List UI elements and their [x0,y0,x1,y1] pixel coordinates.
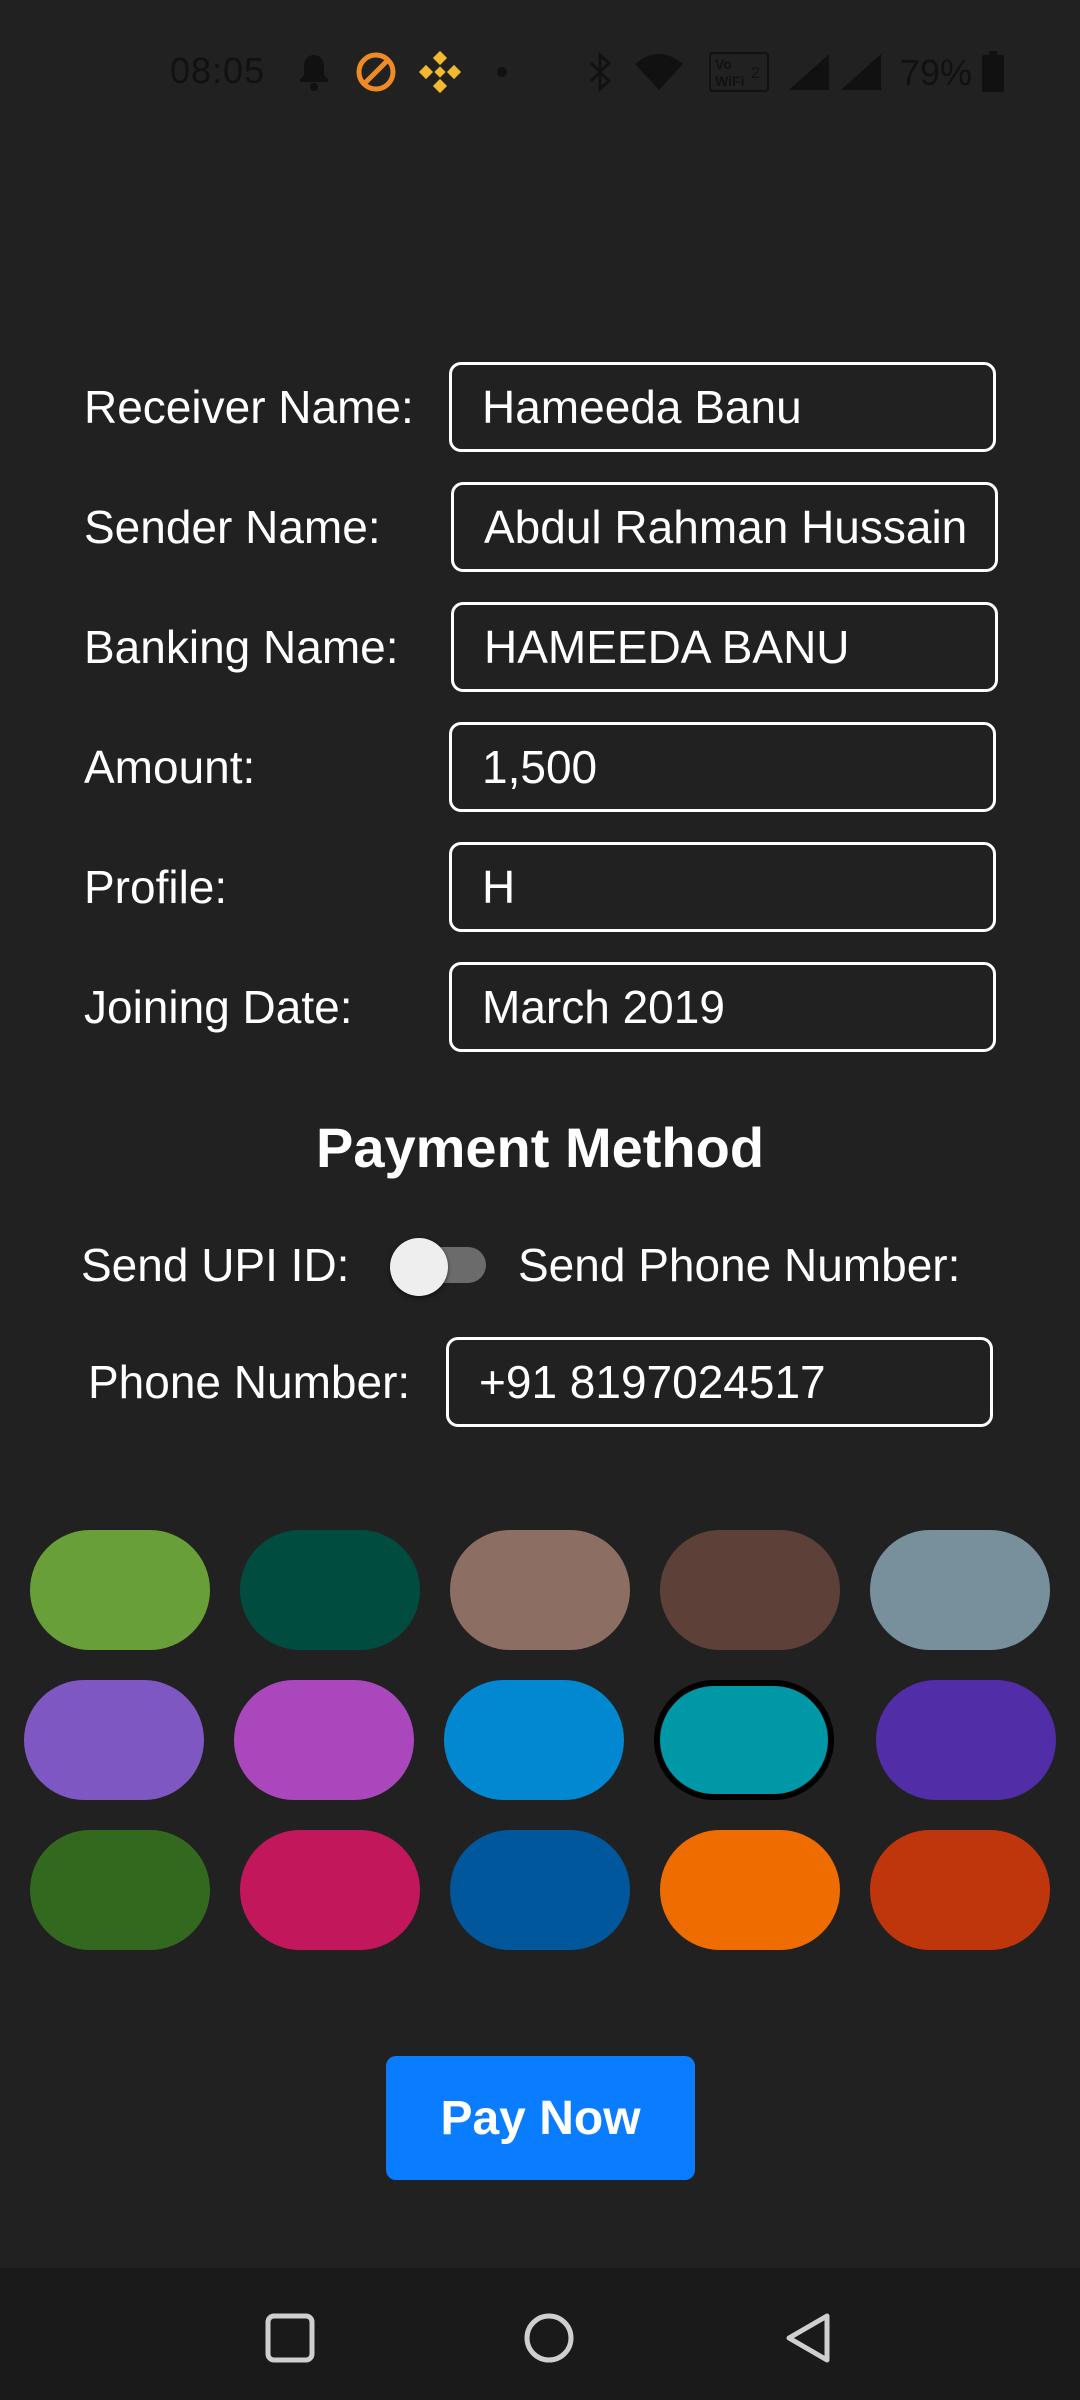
receiver-name-label: Receiver Name: [84,381,414,433]
amount-row: Amount: 1,500 [0,722,1080,812]
color-swatch[interactable] [30,1530,210,1650]
binance-icon [418,50,462,94]
svg-text:2: 2 [751,65,760,82]
color-swatch[interactable] [24,1680,204,1800]
bell-icon [296,50,332,94]
color-swatch[interactable] [660,1830,840,1950]
joining-date-input[interactable]: March 2019 [449,962,996,1052]
profile-label: Profile: [84,861,228,913]
color-swatch[interactable] [234,1680,414,1800]
color-swatch[interactable] [870,1830,1050,1950]
battery-percent: 79% [900,52,973,93]
banking-name-row: Banking Name: HAMEEDA BANU [0,602,1080,692]
payment-method-toggle[interactable] [390,1238,486,1296]
do-not-disturb-icon [354,50,398,94]
wifi-icon [632,50,686,94]
phone-number-row: Phone Number: +91 8197024517 [0,1337,1080,1427]
color-swatch[interactable] [444,1680,624,1800]
signal-r-icon [838,50,884,94]
home-icon[interactable] [509,2298,589,2378]
color-swatch[interactable] [660,1530,840,1650]
recent-apps-icon[interactable] [250,2298,330,2378]
color-swatch[interactable] [450,1830,630,1950]
payment-screen: 08:05 Vo WiFi 2 79% Receiver Name: Hamee… [0,0,1080,2400]
pay-now-button[interactable]: Pay Now [386,2056,695,2180]
battery-icon [980,50,1006,94]
profile-row: Profile: H [0,842,1080,932]
send-upi-label: Send UPI ID: [81,1239,350,1291]
phone-number-input[interactable]: +91 8197024517 [446,1337,993,1427]
signal-icon [786,50,832,94]
payment-toggle-row: Send UPI ID: Send Phone Number: [0,1230,1080,1300]
receiver-name-row: Receiver Name: Hameeda Banu [0,362,1080,452]
phone-number-label: Phone Number: [88,1356,411,1408]
receiver-name-input[interactable]: Hameeda Banu [449,362,996,452]
svg-text:Vo: Vo [715,56,732,72]
color-swatch[interactable] [240,1530,420,1650]
sender-name-label: Sender Name: [84,501,381,553]
sender-name-row: Sender Name: Abdul Rahman Hussain [0,482,1080,572]
amount-input[interactable]: 1,500 [449,722,996,812]
payment-method-title: Payment Method [315,1116,765,1179]
amount-label: Amount: [84,741,256,793]
profile-input[interactable]: H [449,842,996,932]
banking-name-label: Banking Name: [84,621,399,673]
vowifi-icon: Vo WiFi 2 [708,50,770,94]
sender-name-input[interactable]: Abdul Rahman Hussain [451,482,998,572]
navigation-bar [0,2268,1080,2400]
joining-date-row: Joining Date: March 2019 [0,962,1080,1052]
color-swatch[interactable] [240,1830,420,1950]
status-time: 08:05 [170,50,266,91]
send-phone-label: Send Phone Number: [518,1239,961,1291]
banking-name-input[interactable]: HAMEEDA BANU [451,602,998,692]
svg-text:WiFi: WiFi [715,73,744,89]
color-swatch[interactable] [870,1530,1050,1650]
toggle-knob[interactable] [390,1238,448,1296]
color-swatch[interactable] [450,1530,630,1650]
back-icon[interactable] [768,2298,848,2378]
bluetooth-icon [586,50,616,94]
color-swatch[interactable] [876,1680,1056,1800]
dot-icon [494,50,510,94]
color-swatch[interactable] [30,1830,210,1950]
joining-date-label: Joining Date: [84,981,353,1033]
status-bar: 08:05 Vo WiFi 2 79% [0,0,1080,145]
color-swatch[interactable] [654,1680,834,1800]
